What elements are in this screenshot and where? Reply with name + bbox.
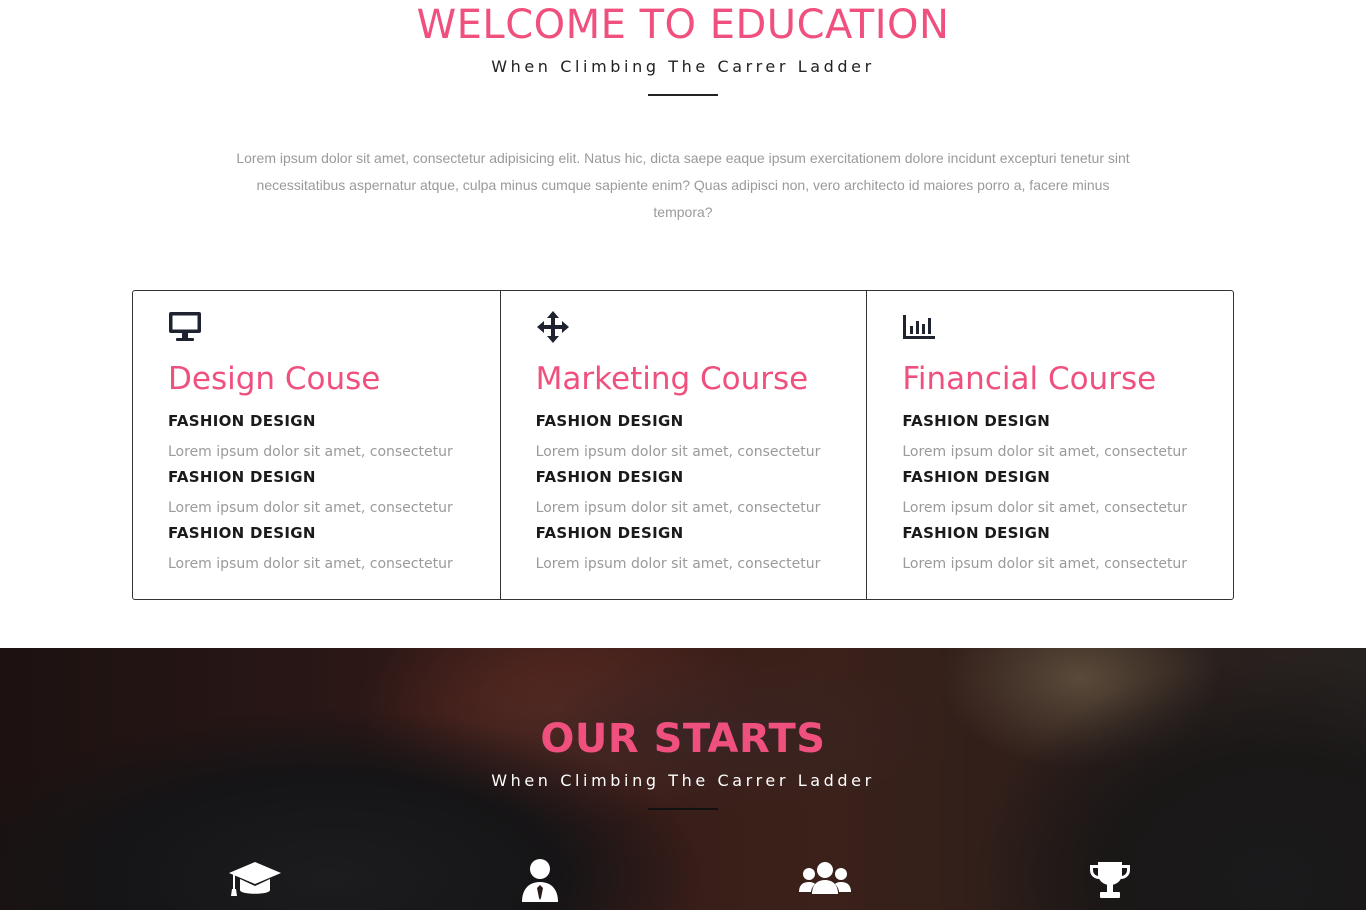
course-item-text: Lorem ipsum dolor sit amet, consectetur (168, 556, 453, 572)
course-item: FASHION DESIGN Lorem ipsum dolor sit ame… (168, 468, 488, 516)
course-item-text: Lorem ipsum dolor sit amet, consectetur (902, 500, 1188, 516)
course-item-text: Lorem ipsum dolor sit amet, consectetur (168, 500, 453, 516)
course-title: Marketing Course (535, 361, 809, 397)
bar-chart-icon (903, 315, 936, 339)
users-group-icon (799, 862, 851, 894)
stats-section: OUR STARTS When Climbing The Carrer Ladd… (0, 648, 1366, 910)
course-item: FASHION DESIGN Lorem ipsum dolor sit ame… (168, 412, 488, 460)
course-item-label: FASHION DESIGN (535, 412, 684, 430)
course-title: Design Couse (168, 361, 381, 397)
course-item-text: Lorem ipsum dolor sit amet, consectetur (902, 444, 1188, 460)
course-item-label: FASHION DESIGN (168, 468, 316, 486)
welcome-paragraph: Lorem ipsum dolor sit amet, consectetur … (236, 150, 1130, 220)
course-card-marketing: Marketing Course FASHION DESIGN Lorem ip… (499, 291, 867, 599)
course-item-text: Lorem ipsum dolor sit amet, consectetur (902, 556, 1188, 572)
course-item-label: FASHION DESIGN (902, 412, 1051, 430)
stats-title: OUR STARTS (540, 716, 826, 762)
course-item-label: FASHION DESIGN (535, 524, 684, 542)
welcome-section: WELCOME TO EDUCATION When Climbing The C… (0, 0, 1366, 648)
course-item-label: FASHION DESIGN (902, 468, 1051, 486)
trophy-icon (1090, 862, 1130, 898)
welcome-divider (648, 94, 718, 96)
course-item-label: FASHION DESIGN (168, 412, 316, 430)
graduation-cap-icon (229, 862, 281, 896)
course-item: FASHION DESIGN Lorem ipsum dolor sit ame… (902, 524, 1222, 572)
course-item: FASHION DESIGN Lorem ipsum dolor sit ame… (902, 468, 1222, 516)
course-item: FASHION DESIGN Lorem ipsum dolor sit ame… (902, 412, 1222, 460)
course-cards: Design Couse FASHION DESIGN Lorem ipsum … (132, 290, 1234, 600)
welcome-title: WELCOME TO EDUCATION (416, 2, 950, 48)
course-item-text: Lorem ipsum dolor sit amet, consectetur (168, 444, 453, 460)
course-item-text: Lorem ipsum dolor sit amet, consectetur (535, 444, 821, 460)
monitor-icon (169, 312, 201, 341)
course-item: FASHION DESIGN Lorem ipsum dolor sit ame… (536, 468, 856, 516)
course-item-label: FASHION DESIGN (535, 468, 684, 486)
course-card-design: Design Couse FASHION DESIGN Lorem ipsum … (133, 291, 500, 599)
course-item-text: Lorem ipsum dolor sit amet, consectetur (535, 500, 821, 516)
course-item-label: FASHION DESIGN (902, 524, 1051, 542)
course-card-financial: Financial Course FASHION DESIGN Lorem ip… (866, 291, 1233, 599)
stats-divider (648, 808, 718, 810)
course-item: FASHION DESIGN Lorem ipsum dolor sit ame… (536, 524, 856, 572)
stats-subtitle: When Climbing The Carrer Ladder (491, 771, 875, 790)
user-tie-icon (522, 859, 558, 902)
move-arrows-icon (536, 311, 569, 343)
course-item-text: Lorem ipsum dolor sit amet, consectetur (535, 556, 821, 572)
course-item: FASHION DESIGN Lorem ipsum dolor sit ame… (536, 412, 856, 460)
course-item-label: FASHION DESIGN (168, 524, 316, 542)
course-item: FASHION DESIGN Lorem ipsum dolor sit ame… (168, 524, 488, 572)
welcome-subtitle: When Climbing The Carrer Ladder (491, 57, 875, 76)
course-title: Financial Course (902, 361, 1157, 397)
